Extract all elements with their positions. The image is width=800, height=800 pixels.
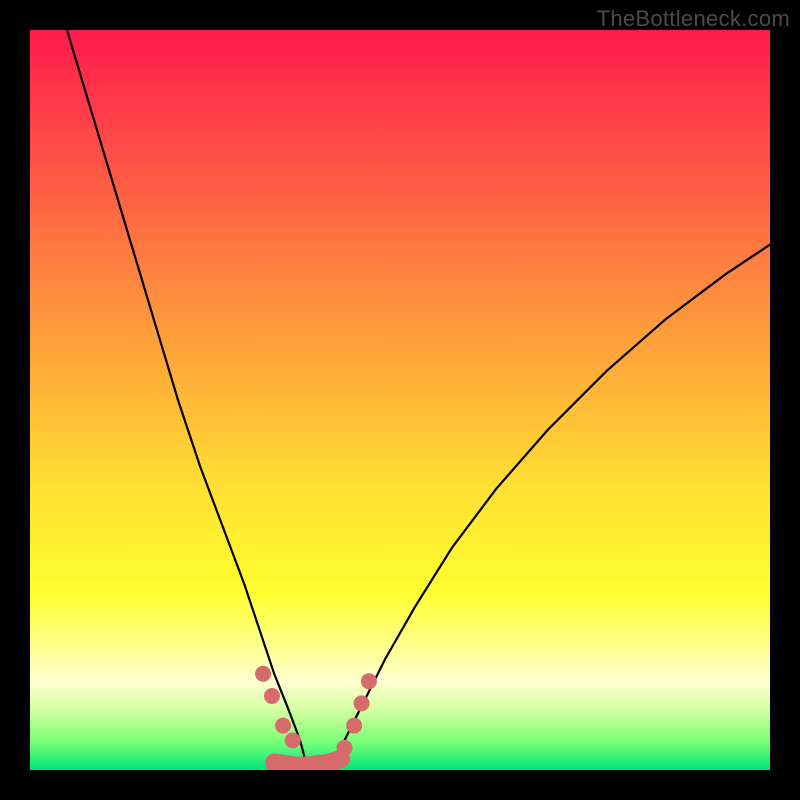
marker-dot <box>285 732 301 748</box>
marker-dot <box>275 718 291 734</box>
watermark: TheBottleneck.com <box>597 6 790 32</box>
left-curve <box>67 30 306 763</box>
plot-area <box>30 30 770 770</box>
curves-layer <box>30 30 770 770</box>
chart-frame: TheBottleneck.com <box>0 0 800 800</box>
marker-dot <box>361 673 377 689</box>
marker-dot <box>264 688 280 704</box>
valley-band <box>274 759 341 766</box>
marker-dot <box>346 718 362 734</box>
marker-dot <box>354 695 370 711</box>
marker-dots <box>255 666 377 756</box>
right-curve <box>335 245 770 763</box>
marker-dot <box>337 740 353 756</box>
marker-dot <box>255 666 271 682</box>
